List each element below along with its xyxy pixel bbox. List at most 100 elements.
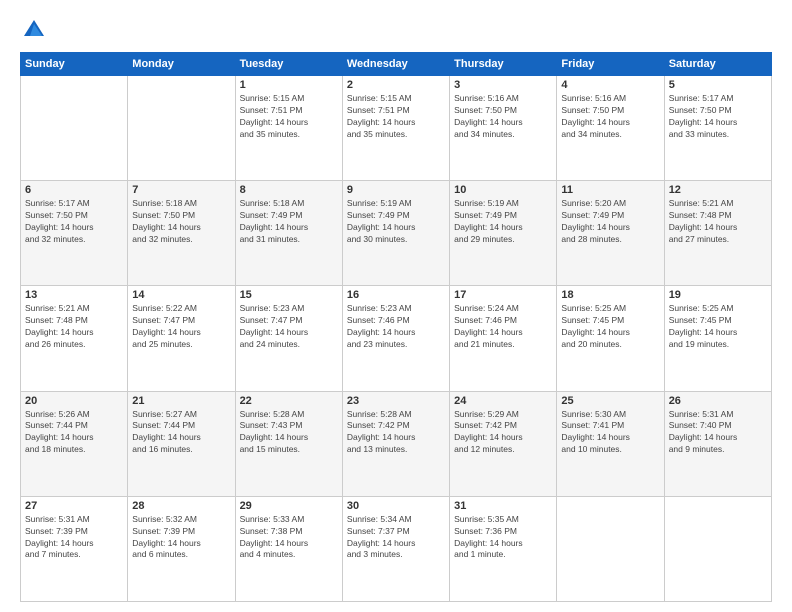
calendar-week-row: 20 Sunrise: 5:26 AM Sunset: 7:44 PM Dayli… xyxy=(21,391,772,496)
calendar-day-cell: 12Sunrise: 5:21 AM Sunset: 7:48 PM Dayli… xyxy=(664,181,771,286)
logo-icon xyxy=(20,16,48,44)
day-number: 13 xyxy=(25,289,123,301)
day-number: 25 xyxy=(561,395,659,407)
day-number: 19 xyxy=(669,289,767,301)
calendar-day-cell: 28Sunrise: 5:32 AM Sunset: 7:39 PM Dayli… xyxy=(128,496,235,601)
day-number: 14 xyxy=(132,289,230,301)
calendar-day-cell: 3 Sunrise: 5:16 AM Sunset: 7:50 PM Daylig… xyxy=(450,76,557,181)
calendar-day-cell: 30Sunrise: 5:34 AM Sunset: 7:37 PM Dayli… xyxy=(342,496,449,601)
calendar-day-cell: 24 Sunrise: 5:29 AM Sunset: 7:42 PM Dayli… xyxy=(450,391,557,496)
calendar-table: SundayMondayTuesdayWednesdayThursdayFrid… xyxy=(20,52,772,602)
calendar-day-cell: 21Sunrise: 5:27 AM Sunset: 7:44 PM Dayli… xyxy=(128,391,235,496)
day-info: Sunrise: 5:19 AM Sunset: 7:49 PM Dayligh… xyxy=(454,198,552,246)
day-number: 8 xyxy=(240,184,338,196)
day-number: 17 xyxy=(454,289,552,301)
calendar-day-cell: 2Sunrise: 5:15 AM Sunset: 7:51 PM Daylig… xyxy=(342,76,449,181)
day-info: Sunrise: 5:17 AM Sunset: 7:50 PM Dayligh… xyxy=(669,93,767,141)
calendar-week-row: 1 Sunrise: 5:15 AM Sunset: 7:51 PM Daylig… xyxy=(21,76,772,181)
day-number: 1 xyxy=(240,79,338,91)
day-number: 24 xyxy=(454,395,552,407)
calendar-day-cell: 10 Sunrise: 5:19 AM Sunset: 7:49 PM Dayli… xyxy=(450,181,557,286)
calendar-week-row: 27 Sunrise: 5:31 AM Sunset: 7:39 PM Dayli… xyxy=(21,496,772,601)
day-info: Sunrise: 5:28 AM Sunset: 7:42 PM Dayligh… xyxy=(347,409,445,457)
day-info: Sunrise: 5:23 AM Sunset: 7:46 PM Dayligh… xyxy=(347,303,445,351)
calendar-day-cell: 19 Sunrise: 5:25 AM Sunset: 7:45 PM Dayli… xyxy=(664,286,771,391)
day-number: 31 xyxy=(454,500,552,512)
calendar-day-cell xyxy=(664,496,771,601)
day-info: Sunrise: 5:35 AM Sunset: 7:36 PM Dayligh… xyxy=(454,514,552,562)
calendar-day-cell: 31 Sunrise: 5:35 AM Sunset: 7:36 PM Dayli… xyxy=(450,496,557,601)
calendar-day-cell xyxy=(21,76,128,181)
calendar-day-cell: 18 Sunrise: 5:25 AM Sunset: 7:45 PM Dayli… xyxy=(557,286,664,391)
day-info: Sunrise: 5:18 AM Sunset: 7:50 PM Dayligh… xyxy=(132,198,230,246)
day-info: Sunrise: 5:31 AM Sunset: 7:39 PM Dayligh… xyxy=(25,514,123,562)
day-number: 27 xyxy=(25,500,123,512)
day-info: Sunrise: 5:20 AM Sunset: 7:49 PM Dayligh… xyxy=(561,198,659,246)
calendar-day-cell: 26 Sunrise: 5:31 AM Sunset: 7:40 PM Dayli… xyxy=(664,391,771,496)
day-number: 6 xyxy=(25,184,123,196)
calendar-day-cell: 15 Sunrise: 5:23 AM Sunset: 7:47 PM Dayli… xyxy=(235,286,342,391)
calendar-day-cell: 27 Sunrise: 5:31 AM Sunset: 7:39 PM Dayli… xyxy=(21,496,128,601)
calendar-day-cell: 29Sunrise: 5:33 AM Sunset: 7:38 PM Dayli… xyxy=(235,496,342,601)
day-info: Sunrise: 5:17 AM Sunset: 7:50 PM Dayligh… xyxy=(25,198,123,246)
day-info: Sunrise: 5:23 AM Sunset: 7:47 PM Dayligh… xyxy=(240,303,338,351)
calendar-day-header: Saturday xyxy=(664,53,771,76)
calendar-day-header: Monday xyxy=(128,53,235,76)
calendar-day-cell: 7Sunrise: 5:18 AM Sunset: 7:50 PM Daylig… xyxy=(128,181,235,286)
day-info: Sunrise: 5:26 AM Sunset: 7:44 PM Dayligh… xyxy=(25,409,123,457)
day-info: Sunrise: 5:29 AM Sunset: 7:42 PM Dayligh… xyxy=(454,409,552,457)
calendar-week-row: 13 Sunrise: 5:21 AM Sunset: 7:48 PM Dayli… xyxy=(21,286,772,391)
day-info: Sunrise: 5:24 AM Sunset: 7:46 PM Dayligh… xyxy=(454,303,552,351)
calendar-day-cell: 23 Sunrise: 5:28 AM Sunset: 7:42 PM Dayli… xyxy=(342,391,449,496)
calendar-day-cell: 22Sunrise: 5:28 AM Sunset: 7:43 PM Dayli… xyxy=(235,391,342,496)
day-info: Sunrise: 5:21 AM Sunset: 7:48 PM Dayligh… xyxy=(669,198,767,246)
day-number: 11 xyxy=(561,184,659,196)
day-info: Sunrise: 5:22 AM Sunset: 7:47 PM Dayligh… xyxy=(132,303,230,351)
day-number: 4 xyxy=(561,79,659,91)
day-number: 28 xyxy=(132,500,230,512)
page: SundayMondayTuesdayWednesdayThursdayFrid… xyxy=(0,0,792,612)
calendar-day-cell: 20 Sunrise: 5:26 AM Sunset: 7:44 PM Dayli… xyxy=(21,391,128,496)
day-info: Sunrise: 5:27 AM Sunset: 7:44 PM Dayligh… xyxy=(132,409,230,457)
day-number: 26 xyxy=(669,395,767,407)
calendar-week-row: 6 Sunrise: 5:17 AM Sunset: 7:50 PM Daylig… xyxy=(21,181,772,286)
day-number: 15 xyxy=(240,289,338,301)
calendar-day-cell xyxy=(128,76,235,181)
calendar-day-cell: 17 Sunrise: 5:24 AM Sunset: 7:46 PM Dayli… xyxy=(450,286,557,391)
calendar-day-cell: 13 Sunrise: 5:21 AM Sunset: 7:48 PM Dayli… xyxy=(21,286,128,391)
calendar-day-header: Thursday xyxy=(450,53,557,76)
day-info: Sunrise: 5:16 AM Sunset: 7:50 PM Dayligh… xyxy=(454,93,552,141)
calendar-day-header: Tuesday xyxy=(235,53,342,76)
day-number: 23 xyxy=(347,395,445,407)
calendar-header-row: SundayMondayTuesdayWednesdayThursdayFrid… xyxy=(21,53,772,76)
day-info: Sunrise: 5:33 AM Sunset: 7:38 PM Dayligh… xyxy=(240,514,338,562)
day-info: Sunrise: 5:16 AM Sunset: 7:50 PM Dayligh… xyxy=(561,93,659,141)
day-info: Sunrise: 5:15 AM Sunset: 7:51 PM Dayligh… xyxy=(240,93,338,141)
logo xyxy=(20,16,52,44)
calendar-day-cell: 1 Sunrise: 5:15 AM Sunset: 7:51 PM Daylig… xyxy=(235,76,342,181)
calendar-day-header: Friday xyxy=(557,53,664,76)
header xyxy=(20,16,772,44)
calendar-day-cell: 6 Sunrise: 5:17 AM Sunset: 7:50 PM Daylig… xyxy=(21,181,128,286)
day-number: 18 xyxy=(561,289,659,301)
calendar-day-cell: 11 Sunrise: 5:20 AM Sunset: 7:49 PM Dayli… xyxy=(557,181,664,286)
day-info: Sunrise: 5:19 AM Sunset: 7:49 PM Dayligh… xyxy=(347,198,445,246)
calendar-day-header: Sunday xyxy=(21,53,128,76)
day-number: 16 xyxy=(347,289,445,301)
day-info: Sunrise: 5:25 AM Sunset: 7:45 PM Dayligh… xyxy=(561,303,659,351)
day-info: Sunrise: 5:21 AM Sunset: 7:48 PM Dayligh… xyxy=(25,303,123,351)
day-number: 2 xyxy=(347,79,445,91)
day-info: Sunrise: 5:30 AM Sunset: 7:41 PM Dayligh… xyxy=(561,409,659,457)
day-number: 3 xyxy=(454,79,552,91)
calendar-day-cell xyxy=(557,496,664,601)
day-info: Sunrise: 5:31 AM Sunset: 7:40 PM Dayligh… xyxy=(669,409,767,457)
day-number: 20 xyxy=(25,395,123,407)
calendar-day-cell: 14 Sunrise: 5:22 AM Sunset: 7:47 PM Dayli… xyxy=(128,286,235,391)
calendar-day-cell: 5 Sunrise: 5:17 AM Sunset: 7:50 PM Daylig… xyxy=(664,76,771,181)
calendar-day-cell: 25 Sunrise: 5:30 AM Sunset: 7:41 PM Dayli… xyxy=(557,391,664,496)
day-info: Sunrise: 5:25 AM Sunset: 7:45 PM Dayligh… xyxy=(669,303,767,351)
day-number: 5 xyxy=(669,79,767,91)
day-number: 10 xyxy=(454,184,552,196)
day-number: 9 xyxy=(347,184,445,196)
calendar-day-cell: 16 Sunrise: 5:23 AM Sunset: 7:46 PM Dayli… xyxy=(342,286,449,391)
